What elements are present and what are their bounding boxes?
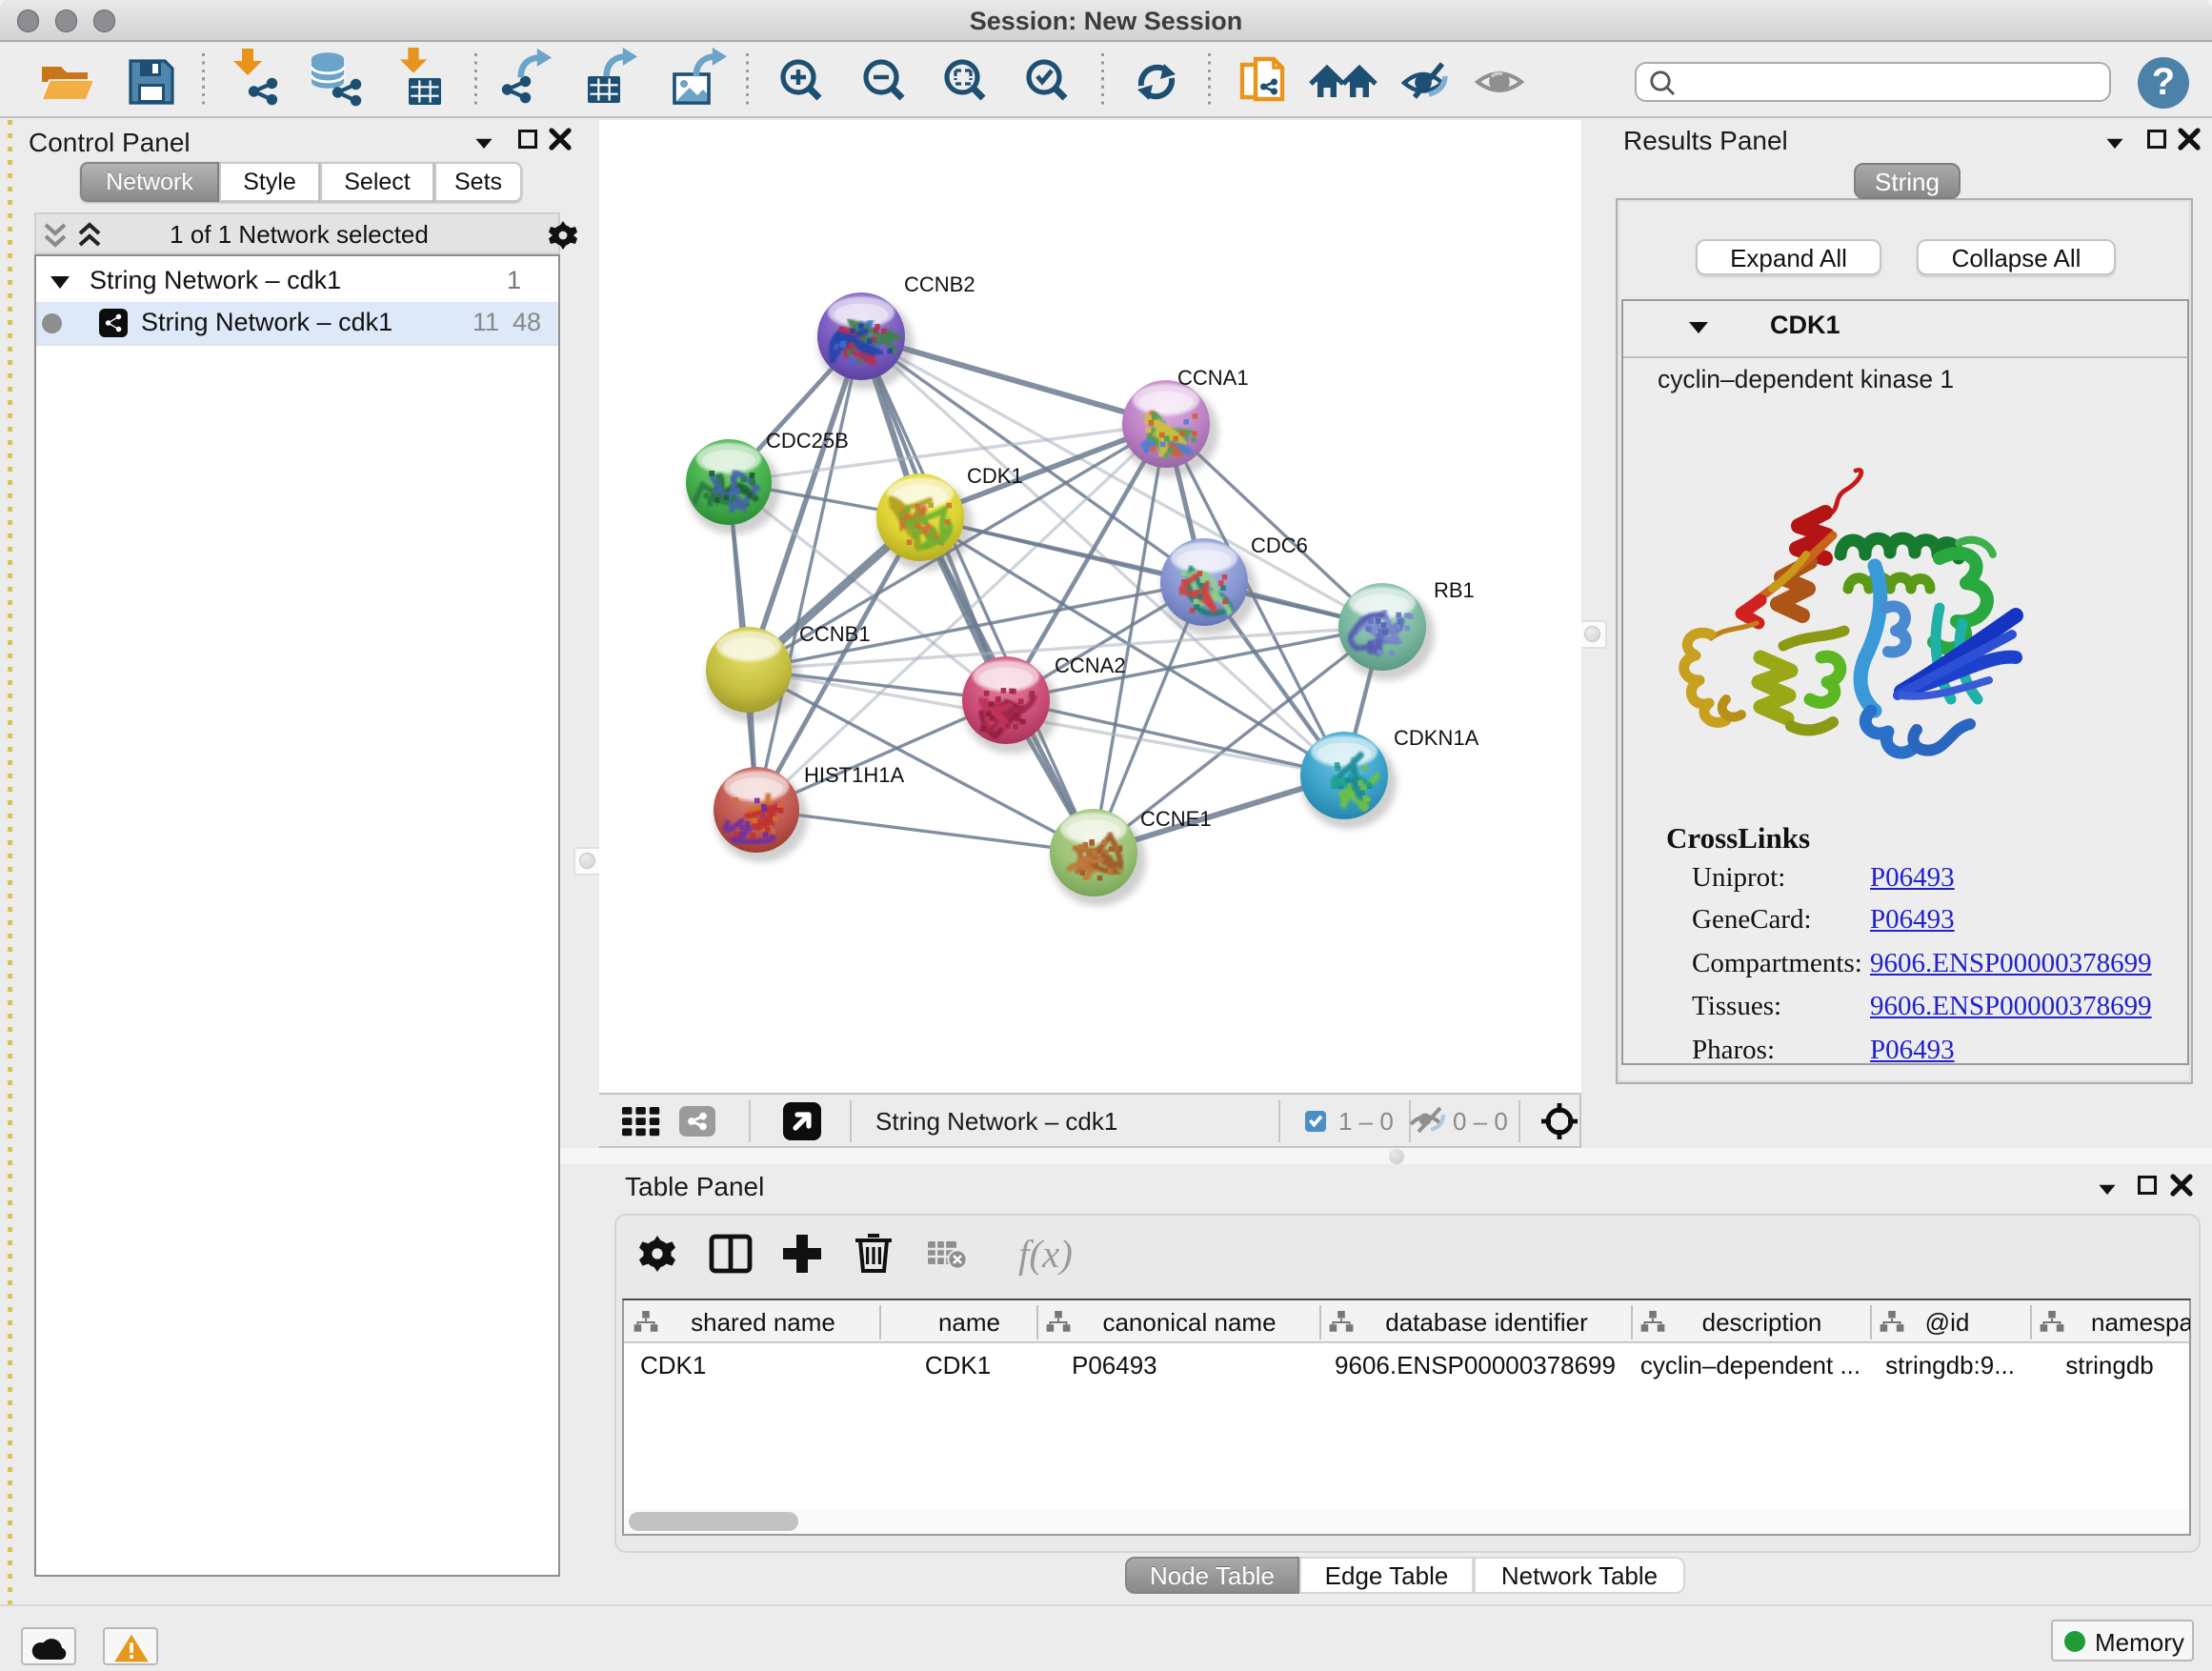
svg-text:CDC6: CDC6 <box>1251 534 1308 557</box>
svg-text:CCNA1: CCNA1 <box>1177 366 1249 390</box>
svg-text:CDC25B: CDC25B <box>766 429 849 453</box>
svg-text:CCNB2: CCNB2 <box>904 272 975 296</box>
svg-text:CCNA2: CCNA2 <box>1055 654 1126 677</box>
svg-text:CCNE1: CCNE1 <box>1140 807 1212 831</box>
svg-text:f(x): f(x) <box>1018 1232 1073 1276</box>
svg-text:CDKN1A: CDKN1A <box>1394 726 1479 750</box>
svg-text:RB1: RB1 <box>1434 578 1475 602</box>
svg-text:HIST1H1A: HIST1H1A <box>804 763 904 787</box>
svg-text:CCNB1: CCNB1 <box>799 622 871 646</box>
svg-text:CDK1: CDK1 <box>967 464 1023 488</box>
